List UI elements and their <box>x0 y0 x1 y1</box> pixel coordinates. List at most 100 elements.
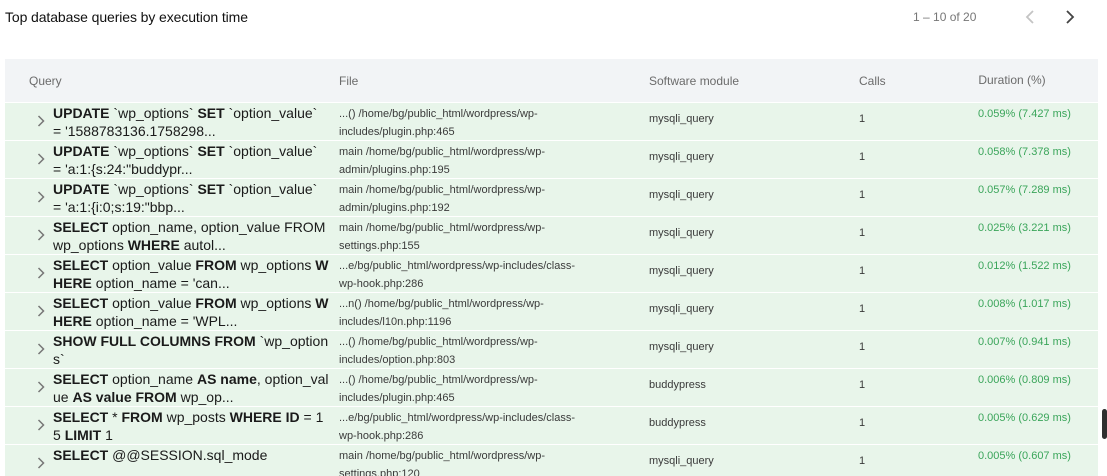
chevron-right-icon <box>37 115 45 127</box>
software-module: mysqli_query <box>649 151 714 163</box>
sql-text: option_name = 'can... <box>91 275 230 291</box>
duration-value: 0.005% (0.607 ms) <box>978 450 1071 462</box>
sql-text: 1 <box>101 427 113 443</box>
table-row[interactable]: SELECT option_name AS name, option_value… <box>5 369 1098 406</box>
column-header-duration[interactable]: Duration (%) <box>971 59 1053 102</box>
expand-row-button[interactable] <box>34 266 48 280</box>
calls-count: 1 <box>859 189 866 201</box>
software-module: buddypress <box>649 417 706 429</box>
file-path: ...e/bg/public_html/wordpress/wp-include… <box>339 260 575 290</box>
sql-keyword: SELECT <box>53 219 109 235</box>
sql-keyword: SELECT <box>53 257 109 273</box>
software-module: mysqli_query <box>649 303 714 315</box>
sql-keyword: SELECT <box>53 447 109 463</box>
sql-keyword: WHERE ID <box>229 409 300 425</box>
sql-keyword: SELECT <box>53 371 109 387</box>
table-row[interactable]: UPDATE `wp_options` SET `option_value` =… <box>5 103 1098 140</box>
expand-row-button[interactable] <box>34 304 48 318</box>
chevron-right-icon <box>1066 10 1075 24</box>
calls-count: 1 <box>859 455 866 467</box>
file-path: ...n() /home/bg/public_html/wordpress/wp… <box>339 298 544 328</box>
sql-text: wp_options <box>236 295 316 311</box>
query-text: UPDATE `wp_options` SET `option_value` =… <box>53 104 329 140</box>
table-row[interactable]: SELECT option_value FROM wp_options WHER… <box>5 255 1098 292</box>
query-text: SELECT option_value FROM wp_options WHER… <box>53 256 329 292</box>
expand-row-button[interactable] <box>34 456 48 470</box>
sql-text: wp_options <box>236 257 316 273</box>
sql-keyword: FROM <box>121 409 163 425</box>
expand-row-button[interactable] <box>34 114 48 128</box>
table-row[interactable]: SELECT option_name, option_value FROM wp… <box>5 217 1098 254</box>
next-page-button[interactable] <box>1059 6 1081 28</box>
chevron-right-icon <box>37 305 45 317</box>
duration-value: 0.058% (7.378 ms) <box>978 146 1071 158</box>
sql-text: autol... <box>179 237 226 253</box>
expand-row-button[interactable] <box>34 152 48 166</box>
chevron-right-icon <box>37 457 45 469</box>
duration-value: 0.057% (7.289 ms) <box>978 184 1071 196</box>
duration-value: 0.007% (0.941 ms) <box>978 336 1071 348</box>
calls-count: 1 <box>859 151 866 163</box>
sql-keyword: WHERE <box>127 237 180 253</box>
table-row[interactable]: UPDATE `wp_options` SET `option_value` =… <box>5 141 1098 178</box>
software-module: mysqli_query <box>649 189 714 201</box>
file-path: main /home/bg/public_html/wordpress/wp-s… <box>339 450 546 476</box>
column-header-calls[interactable]: Calls <box>859 59 886 102</box>
duration-value: 0.012% (1.522 ms) <box>978 260 1071 272</box>
chevron-left-icon <box>1025 10 1034 24</box>
sql-text: option_name = 'WPL... <box>91 313 238 329</box>
calls-count: 1 <box>859 265 866 277</box>
query-text: SELECT * FROM wp_posts WHERE ID = 15 LIM… <box>53 408 329 444</box>
sql-text: option_value <box>108 295 196 311</box>
query-text: SHOW FULL COLUMNS FROM `wp_options` <box>53 332 329 368</box>
sql-text: wp_op... <box>176 389 234 405</box>
chevron-right-icon <box>37 191 45 203</box>
sql-keyword: UPDATE <box>53 143 110 159</box>
file-path: main /home/bg/public_html/wordpress/wp-a… <box>339 146 546 176</box>
software-module: mysqli_query <box>649 265 714 277</box>
queries-table: Query File Software module Calls Duratio… <box>5 59 1098 476</box>
panel-title: Top database queries by execution time <box>5 9 248 25</box>
sql-keyword: UPDATE <box>53 181 110 197</box>
duration-value: 0.008% (1.017 ms) <box>978 298 1071 310</box>
column-header-query[interactable]: Query <box>29 59 62 102</box>
sql-keyword: FROM <box>195 295 237 311</box>
sql-keyword: SET <box>197 143 225 159</box>
sql-keyword: FROM <box>195 257 237 273</box>
calls-count: 1 <box>859 417 866 429</box>
sql-keyword: SHOW FULL COLUMNS FROM <box>53 333 256 349</box>
expand-row-button[interactable] <box>34 380 48 394</box>
file-path: ...() /home/bg/public_html/wordpress/wp-… <box>339 374 538 404</box>
expand-row-button[interactable] <box>34 342 48 356</box>
table-row[interactable]: SHOW FULL COLUMNS FROM `wp_options` ...()… <box>5 331 1098 368</box>
file-path: ...() /home/bg/public_html/wordpress/wp-… <box>339 336 538 366</box>
software-module: buddypress <box>649 379 706 391</box>
query-text: SELECT @@SESSION.sql_mode <box>53 446 329 476</box>
scrollbar-thumb[interactable] <box>1102 409 1107 439</box>
table-row[interactable]: SELECT @@SESSION.sql_mode main /home/bg/p… <box>5 445 1098 476</box>
chevron-right-icon <box>37 229 45 241</box>
previous-page-button[interactable] <box>1019 6 1041 28</box>
column-header-file[interactable]: File <box>339 59 358 102</box>
duration-value: 0.059% (7.427 ms) <box>978 108 1071 120</box>
table-row[interactable]: UPDATE `wp_options` SET `option_value` =… <box>5 179 1098 216</box>
sql-text: `wp_options` <box>109 181 198 197</box>
duration-value: 0.025% (3.221 ms) <box>978 222 1071 234</box>
expand-row-button[interactable] <box>34 228 48 242</box>
software-module: mysqli_query <box>649 113 714 125</box>
sql-keyword: LIMIT <box>64 427 102 443</box>
software-module: mysqli_query <box>649 455 714 467</box>
expand-row-button[interactable] <box>34 418 48 432</box>
expand-row-button[interactable] <box>34 190 48 204</box>
calls-count: 1 <box>859 379 866 391</box>
column-header-software-module[interactable]: Software module <box>649 59 739 102</box>
sql-keyword: SET <box>197 181 225 197</box>
table-header: Query File Software module Calls Duratio… <box>5 59 1098 102</box>
calls-count: 1 <box>859 113 866 125</box>
file-path: main /home/bg/public_html/wordpress/wp-s… <box>339 222 546 252</box>
table-row[interactable]: SELECT option_value FROM wp_options WHER… <box>5 293 1098 330</box>
table-row[interactable]: SELECT * FROM wp_posts WHERE ID = 15 LIM… <box>5 407 1098 444</box>
software-module: mysqli_query <box>649 341 714 353</box>
duration-value: 0.005% (0.629 ms) <box>978 412 1071 424</box>
calls-count: 1 <box>859 341 866 353</box>
